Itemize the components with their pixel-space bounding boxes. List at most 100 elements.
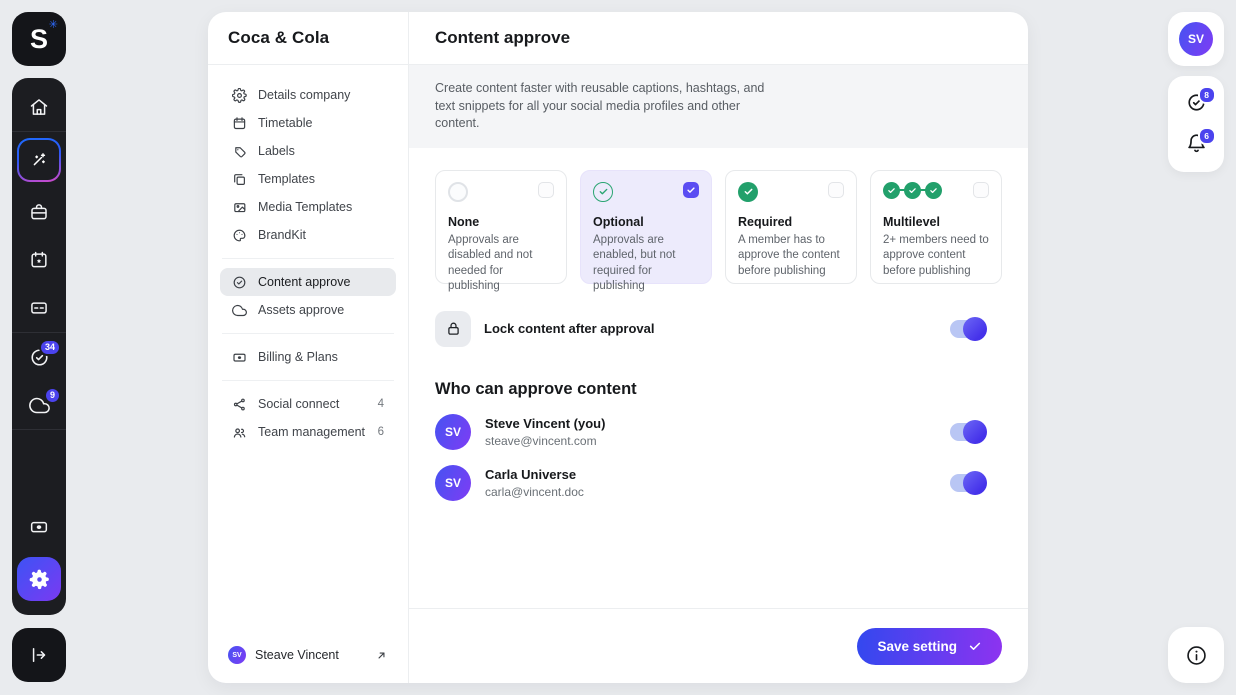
approver-row: SV Carla Universe carla@vincent.doc [435,465,1002,501]
alerts-notification-button[interactable]: 6 [1186,133,1207,154]
mode-optional-checkbox[interactable] [683,182,699,198]
sidebar-item-label: Labels [258,144,295,158]
avatar: SV [228,646,246,664]
sidebar-item-label: Social connect [258,397,339,411]
profile-button[interactable]: SV [1168,12,1224,66]
mode-title: Optional [593,215,699,229]
sidebar-user-footer[interactable]: SV Steave Vincent [208,646,408,683]
sidebar-item-labels[interactable]: Labels [220,137,396,165]
sidebar-item-social-connect[interactable]: Social connect 4 [220,390,396,418]
lock-setting-row: Lock content after approval [435,311,1002,347]
sidebar-item-brandkit[interactable]: BrandKit [220,221,396,249]
check-icon [968,639,982,653]
palette-icon [232,228,247,243]
mode-multilevel-checkbox[interactable] [973,182,989,198]
approver-toggle[interactable] [950,423,984,441]
mode-card-required[interactable]: Required A member has to approve the con… [725,170,857,284]
empty-circle-icon [448,182,468,202]
logout-button[interactable] [12,628,66,682]
mode-card-optional[interactable]: Optional Approvals are enabled, but not … [580,170,712,284]
lock-icon [445,320,462,337]
sidebar-item-billing-plans[interactable]: Billing & Plans [220,343,396,371]
sidebar-item-label: Timetable [258,116,312,130]
mode-card-none[interactable]: None Approvals are disabled and not need… [435,170,567,284]
banner-icon [29,298,49,318]
sidebar-item-timetable[interactable]: Timetable [220,109,396,137]
team-icon [232,425,247,440]
sidebar-item-team-management[interactable]: Team management 6 [220,418,396,446]
workspace-menu: Details company Timetable Labels Templat… [208,65,408,646]
calendar-icon [232,116,247,131]
workspace-title: Coca & Cola [208,12,408,65]
divider [222,380,394,381]
gear-icon [232,88,247,103]
approvers-heading: Who can approve content [435,380,1002,399]
nav-content-studio-active[interactable] [17,138,61,182]
settings-content: None Approvals are disabled and not need… [409,148,1028,609]
save-setting-button[interactable]: Save setting [857,628,1002,665]
assets-badge: 9 [44,387,61,404]
social-connect-count: 4 [378,398,384,410]
mode-card-multilevel[interactable]: Multilevel 2+ members need to approve co… [870,170,1002,284]
logout-icon [29,645,49,665]
share-icon [232,397,247,412]
nav-projects[interactable] [12,188,66,236]
nav-posts[interactable] [12,284,66,332]
wallet-icon [29,517,49,537]
approver-toggle[interactable] [950,474,984,492]
nav-home[interactable] [12,83,66,131]
arrow-up-right-icon [375,649,388,662]
mode-none-checkbox[interactable] [538,182,554,198]
approver-name: Steve Vincent (you) [485,416,605,431]
primary-nav: 34 9 [12,78,66,615]
nav-calendar[interactable] [12,236,66,284]
settings-card: Coca & Cola Details company Timetable La… [208,12,1028,683]
check-circle-icon [232,275,247,290]
sidebar-item-templates[interactable]: Templates [220,165,396,193]
sidebar-item-content-approve[interactable]: Content approve [220,268,396,296]
sidebar-item-label: Assets approve [258,303,344,317]
footer-bar: Save setting [409,608,1028,683]
approver-row: SV Steve Vincent (you) steave@vincent.co… [435,414,1002,450]
sidebar-item-label: Content approve [258,275,350,289]
briefcase-icon [29,202,49,222]
sidebar-item-details-company[interactable]: Details company [220,81,396,109]
magic-wand-icon [29,150,49,170]
approvals-badge: 34 [39,339,61,356]
lock-setting-label: Lock content after approval [484,321,654,336]
nav-billing[interactable] [12,503,66,551]
description-banner: Create content faster with reusable capt… [409,65,1028,148]
mode-description: Approvals are enabled, but not required … [593,233,699,295]
check-chain-icon [883,182,942,199]
info-button[interactable] [1168,627,1224,683]
calendar-icon [29,250,49,270]
divider [12,429,66,430]
description-text: Create content faster with reusable capt… [435,80,771,133]
sidebar-item-assets-approve[interactable]: Assets approve [220,296,396,324]
home-icon [29,97,49,117]
sidebar-item-label: Templates [258,172,315,186]
team-management-count: 6 [378,426,384,438]
sidebar-item-label: Details company [258,88,350,102]
nav-settings-active[interactable] [17,557,61,601]
copy-icon [232,172,247,187]
approvals-notification-button[interactable]: 8 [1186,92,1207,113]
avatar: SV [1179,22,1213,56]
page-title: Content approve [409,12,1028,65]
nav-approvals[interactable]: 34 [12,333,66,381]
workspace-sidebar: Coca & Cola Details company Timetable La… [208,12,409,683]
app-logo[interactable]: S ✳ [12,12,66,66]
right-rail: SV 8 6 [1168,12,1224,683]
nav-assets[interactable]: 9 [12,381,66,429]
approver-email: steave@vincent.com [485,434,605,448]
mode-required-checkbox[interactable] [828,182,844,198]
cloud-icon [232,303,247,318]
approver-name: Carla Universe [485,467,584,482]
sidebar-item-media-templates[interactable]: Media Templates [220,193,396,221]
lock-toggle[interactable] [950,320,984,338]
left-rail: S ✳ [12,12,66,682]
divider [222,258,394,259]
notification-badge: 8 [1198,86,1216,104]
toggle-knob [963,420,987,444]
toggle-knob [963,471,987,495]
